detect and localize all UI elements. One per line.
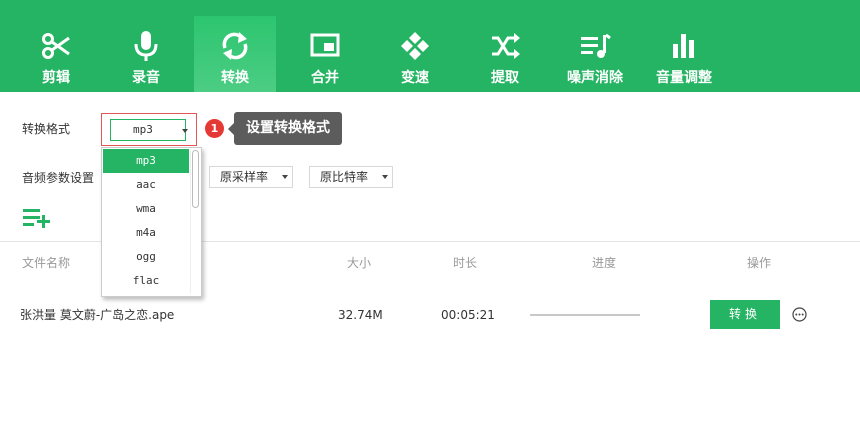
dropdown-scrollbar[interactable]: [190, 150, 199, 294]
main-toolbar: 剪辑 录音 转换 合并 变速 提取 噪声消除 音量调整: [0, 0, 860, 92]
header-size: 大小: [347, 256, 372, 270]
tool-cut[interactable]: 剪辑: [15, 16, 97, 92]
app-window: 剪辑 录音 转换 合并 变速 提取 噪声消除 音量调整 转换格式 mp3 1 设…: [0, 0, 860, 434]
file-name: 张洪量 莫文蔚-广岛之恋.ape: [20, 308, 175, 322]
step-badge: 1: [205, 119, 224, 138]
tool-label: 转换: [221, 70, 249, 86]
scissors-icon: [42, 33, 70, 59]
speed-icon: [401, 32, 429, 60]
tool-label: 提取: [491, 70, 519, 86]
format-highlight-box: mp3: [101, 113, 197, 146]
add-list-icon[interactable]: [22, 207, 52, 229]
file-size: 32.74M: [338, 308, 383, 322]
format-option-wma[interactable]: wma: [103, 197, 189, 221]
tool-label: 噪声消除: [567, 70, 623, 86]
format-select[interactable]: mp3: [110, 119, 188, 141]
header-progress: 进度: [592, 256, 617, 270]
tool-record[interactable]: 录音: [105, 16, 187, 92]
header-file-name: 文件名称: [22, 256, 71, 270]
format-option-m4a[interactable]: m4a: [103, 221, 189, 245]
more-options-icon[interactable]: [792, 307, 807, 322]
sample-rate-select[interactable]: 原采样率: [209, 166, 293, 188]
volume-adjust-icon: [673, 34, 694, 58]
chevron-down-icon: [382, 175, 388, 179]
tool-noise-removal[interactable]: 噪声消除: [554, 16, 636, 92]
header-duration: 时长: [453, 256, 478, 270]
tool-label: 合并: [311, 70, 339, 86]
bitrate-select[interactable]: 原比特率: [309, 166, 393, 188]
progress-bar: [530, 314, 640, 316]
format-select-value: mp3: [133, 123, 153, 136]
tool-convert[interactable]: 转换: [194, 16, 276, 92]
format-option-mp3[interactable]: mp3: [103, 149, 189, 173]
tool-merge[interactable]: 合并: [284, 16, 366, 92]
sample-rate-value: 原采样率: [220, 170, 269, 184]
tool-label: 录音: [132, 70, 160, 86]
noise-removal-icon: [581, 33, 611, 58]
format-tooltip: 设置转换格式: [228, 112, 342, 145]
tool-label: 音量调整: [656, 70, 712, 86]
format-label: 转换格式: [22, 122, 71, 136]
format-option-flac[interactable]: flac: [103, 269, 189, 293]
audio-params-label: 音频参数设置: [22, 171, 95, 185]
extract-icon: [492, 33, 520, 59]
tool-label: 变速: [401, 70, 429, 86]
scrollbar-thumb[interactable]: [192, 150, 199, 208]
format-option-ogg[interactable]: ogg: [103, 245, 189, 269]
chevron-down-icon: [282, 175, 288, 179]
convert-button[interactable]: 转换: [710, 300, 780, 329]
header-action: 操作: [747, 256, 772, 270]
bitrate-value: 原比特率: [320, 170, 369, 184]
chevron-down-icon: [182, 129, 188, 133]
convert-icon: [222, 32, 248, 60]
file-duration: 00:05:21: [441, 308, 495, 322]
format-dropdown-list: mp3 aac wma m4a ogg flac: [101, 147, 202, 297]
tool-volume-adjust[interactable]: 音量调整: [643, 16, 725, 92]
merge-icon: [310, 33, 340, 57]
tool-label: 剪辑: [42, 70, 70, 86]
tool-extract[interactable]: 提取: [464, 16, 546, 92]
microphone-icon: [134, 31, 158, 61]
format-option-aac[interactable]: aac: [103, 173, 189, 197]
tool-speed[interactable]: 变速: [374, 16, 456, 92]
